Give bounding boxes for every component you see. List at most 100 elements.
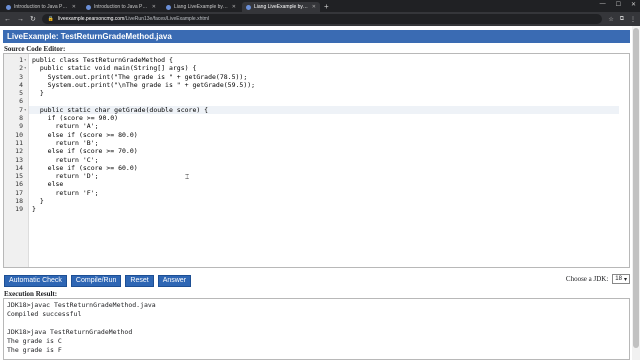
- code-line[interactable]: 9 return 'A';: [4, 122, 629, 130]
- code-line[interactable]: 11 return 'B';: [4, 139, 629, 147]
- code-text[interactable]: }: [29, 197, 44, 205]
- result-line: The grade is C: [7, 337, 62, 345]
- automatic-check-button[interactable]: Automatic Check: [4, 274, 67, 287]
- code-text[interactable]: return 'B';: [29, 139, 98, 147]
- code-text[interactable]: else: [29, 180, 64, 188]
- browser-tab-active[interactable]: Liang LiveExample by Y. Daniel L✕: [242, 2, 320, 12]
- code-line[interactable]: 1 ▾ public class TestReturnGradeMethod {: [4, 56, 629, 64]
- code-text[interactable]: return 'A';: [29, 122, 98, 130]
- jdk-select[interactable]: 18 ▾: [612, 274, 630, 284]
- code-line[interactable]: 13 return 'C';: [4, 156, 629, 164]
- source-code-editor[interactable]: 1 ▾ public class TestReturnGradeMethod {2 ▾…: [3, 53, 630, 268]
- code-text[interactable]: System.out.print("The grade is " + getGr…: [29, 73, 248, 81]
- line-number: 15: [15, 172, 23, 181]
- code-text[interactable]: [29, 97, 32, 105]
- code-line[interactable]: 6: [4, 97, 629, 105]
- code-text[interactable]: System.out.print("\nThe grade is " + get…: [29, 81, 255, 89]
- address-bar: ← → ↻ 🔒 liveexample.pearsoncmg.com/LiveR…: [0, 12, 640, 26]
- code-text[interactable]: return 'C';: [29, 156, 98, 164]
- code-line[interactable]: 4 System.out.print("\nThe grade is " + g…: [4, 81, 629, 89]
- line-number: 9: [19, 122, 23, 131]
- code-line[interactable]: 3 System.out.print("The grade is " + get…: [4, 73, 629, 81]
- close-tab-icon[interactable]: ✕: [232, 4, 236, 10]
- close-window-icon[interactable]: ✕: [631, 1, 636, 8]
- code-line[interactable]: 16 else: [4, 180, 629, 188]
- line-number: 11: [15, 138, 23, 147]
- result-line: Compiled successful: [7, 310, 82, 318]
- execution-result-output: JDK18>javac TestReturnGradeMethod.java Co…: [3, 298, 630, 360]
- code-line[interactable]: 15 return 'D';: [4, 172, 629, 180]
- code-text[interactable]: return 'D';: [29, 172, 98, 180]
- favicon-icon: [86, 4, 91, 10]
- code-line[interactable]: 19}: [4, 205, 629, 213]
- line-number: 2: [19, 64, 23, 73]
- page-scrollbar[interactable]: [632, 26, 640, 360]
- code-line[interactable]: 10 else if (score >= 80.0): [4, 131, 629, 139]
- result-line: [7, 319, 626, 328]
- code-text[interactable]: }: [29, 205, 36, 213]
- line-number: 4: [19, 80, 23, 89]
- code-line[interactable]: 12 else if (score >= 70.0): [4, 147, 629, 155]
- answer-button[interactable]: Answer: [157, 274, 192, 287]
- star-icon[interactable]: ☆: [608, 16, 613, 23]
- forward-icon[interactable]: →: [17, 16, 24, 23]
- new-tab-icon[interactable]: +: [324, 2, 329, 12]
- line-number: 14: [15, 163, 23, 172]
- code-text[interactable]: public static char getGrade(double score…: [29, 105, 619, 115]
- browser-tab[interactable]: Liang LiveExample by Y. Daniel L✕: [162, 2, 240, 12]
- code-text[interactable]: public class TestReturnGradeMethod {: [29, 56, 173, 64]
- line-number: 7: [19, 105, 23, 114]
- result-line: JDK18>java TestReturnGradeMethod: [7, 328, 133, 336]
- extensions-icon[interactable]: ⧉: [620, 16, 624, 23]
- jdk-chooser: Choose a JDK: 18 ▾: [566, 274, 630, 284]
- code-text[interactable]: else if (score >= 70.0): [29, 147, 138, 155]
- line-number: 6: [19, 97, 23, 106]
- line-number: 10: [15, 130, 23, 139]
- line-number: 18: [15, 197, 23, 206]
- line-number: 13: [15, 155, 23, 164]
- page-title: LiveExample: TestReturnGradeMethod.java: [3, 30, 630, 43]
- code-line[interactable]: 14 else if (score >= 60.0): [4, 164, 629, 172]
- code-line[interactable]: 5 }: [4, 89, 629, 97]
- code-text[interactable]: else if (score >= 60.0): [29, 164, 138, 172]
- browser-tab[interactable]: Introduction to Java Programm✕: [2, 2, 80, 12]
- code-line[interactable]: 7 ▾ public static char getGrade(double sc…: [4, 105, 629, 115]
- close-tab-icon[interactable]: ✕: [312, 4, 316, 10]
- close-tab-icon[interactable]: ✕: [152, 4, 156, 10]
- code-text[interactable]: else if (score >= 80.0): [29, 131, 138, 139]
- code-text[interactable]: if (score >= 90.0): [29, 114, 118, 122]
- line-number: 5: [19, 89, 23, 98]
- button-row: Automatic Check Compile/Run Reset Answer: [4, 274, 631, 287]
- code-line[interactable]: 18 }: [4, 197, 629, 205]
- menu-icon[interactable]: ⋮: [630, 16, 636, 23]
- line-number: 17: [15, 188, 23, 197]
- favicon-icon: [166, 4, 171, 10]
- favicon-icon: [6, 4, 11, 10]
- code-line[interactable]: 8 if (score >= 90.0): [4, 114, 629, 122]
- scrollbar-thumb[interactable]: [633, 28, 639, 348]
- code-text[interactable]: return 'F';: [29, 189, 98, 197]
- line-number: 8: [19, 114, 23, 123]
- minimize-icon[interactable]: —: [600, 1, 606, 8]
- browser-tab-bar: Introduction to Java Programm✕ Introduct…: [0, 0, 640, 12]
- compile-run-button[interactable]: Compile/Run: [70, 274, 122, 287]
- code-lines[interactable]: 1 ▾ public class TestReturnGradeMethod {2 ▾…: [4, 56, 629, 214]
- back-icon[interactable]: ←: [4, 16, 11, 23]
- url-input[interactable]: 🔒 liveexample.pearsoncmg.com/LiveRun13e/…: [41, 14, 603, 24]
- code-text[interactable]: public static void main(String[] args) {: [29, 64, 197, 72]
- mouse-cursor-icon: ⌶: [185, 174, 190, 181]
- result-line: The grade is F: [7, 346, 62, 354]
- browser-tab[interactable]: Introduction to Java Programm✕: [82, 2, 160, 12]
- reload-icon[interactable]: ↻: [30, 15, 36, 23]
- code-text[interactable]: }: [29, 89, 44, 97]
- code-line[interactable]: 2 ▾ public static void main(String[] args…: [4, 64, 629, 72]
- favicon-icon: [246, 4, 251, 10]
- chevron-down-icon: ▾: [623, 276, 627, 283]
- lock-icon: 🔒: [47, 16, 55, 22]
- editor-label: Source Code Editor:: [4, 45, 66, 53]
- reset-button[interactable]: Reset: [125, 274, 154, 287]
- code-line[interactable]: 17 return 'F';: [4, 189, 629, 197]
- close-tab-icon[interactable]: ✕: [72, 4, 76, 10]
- line-number: 12: [15, 147, 23, 156]
- maximize-icon[interactable]: ☐: [616, 1, 621, 8]
